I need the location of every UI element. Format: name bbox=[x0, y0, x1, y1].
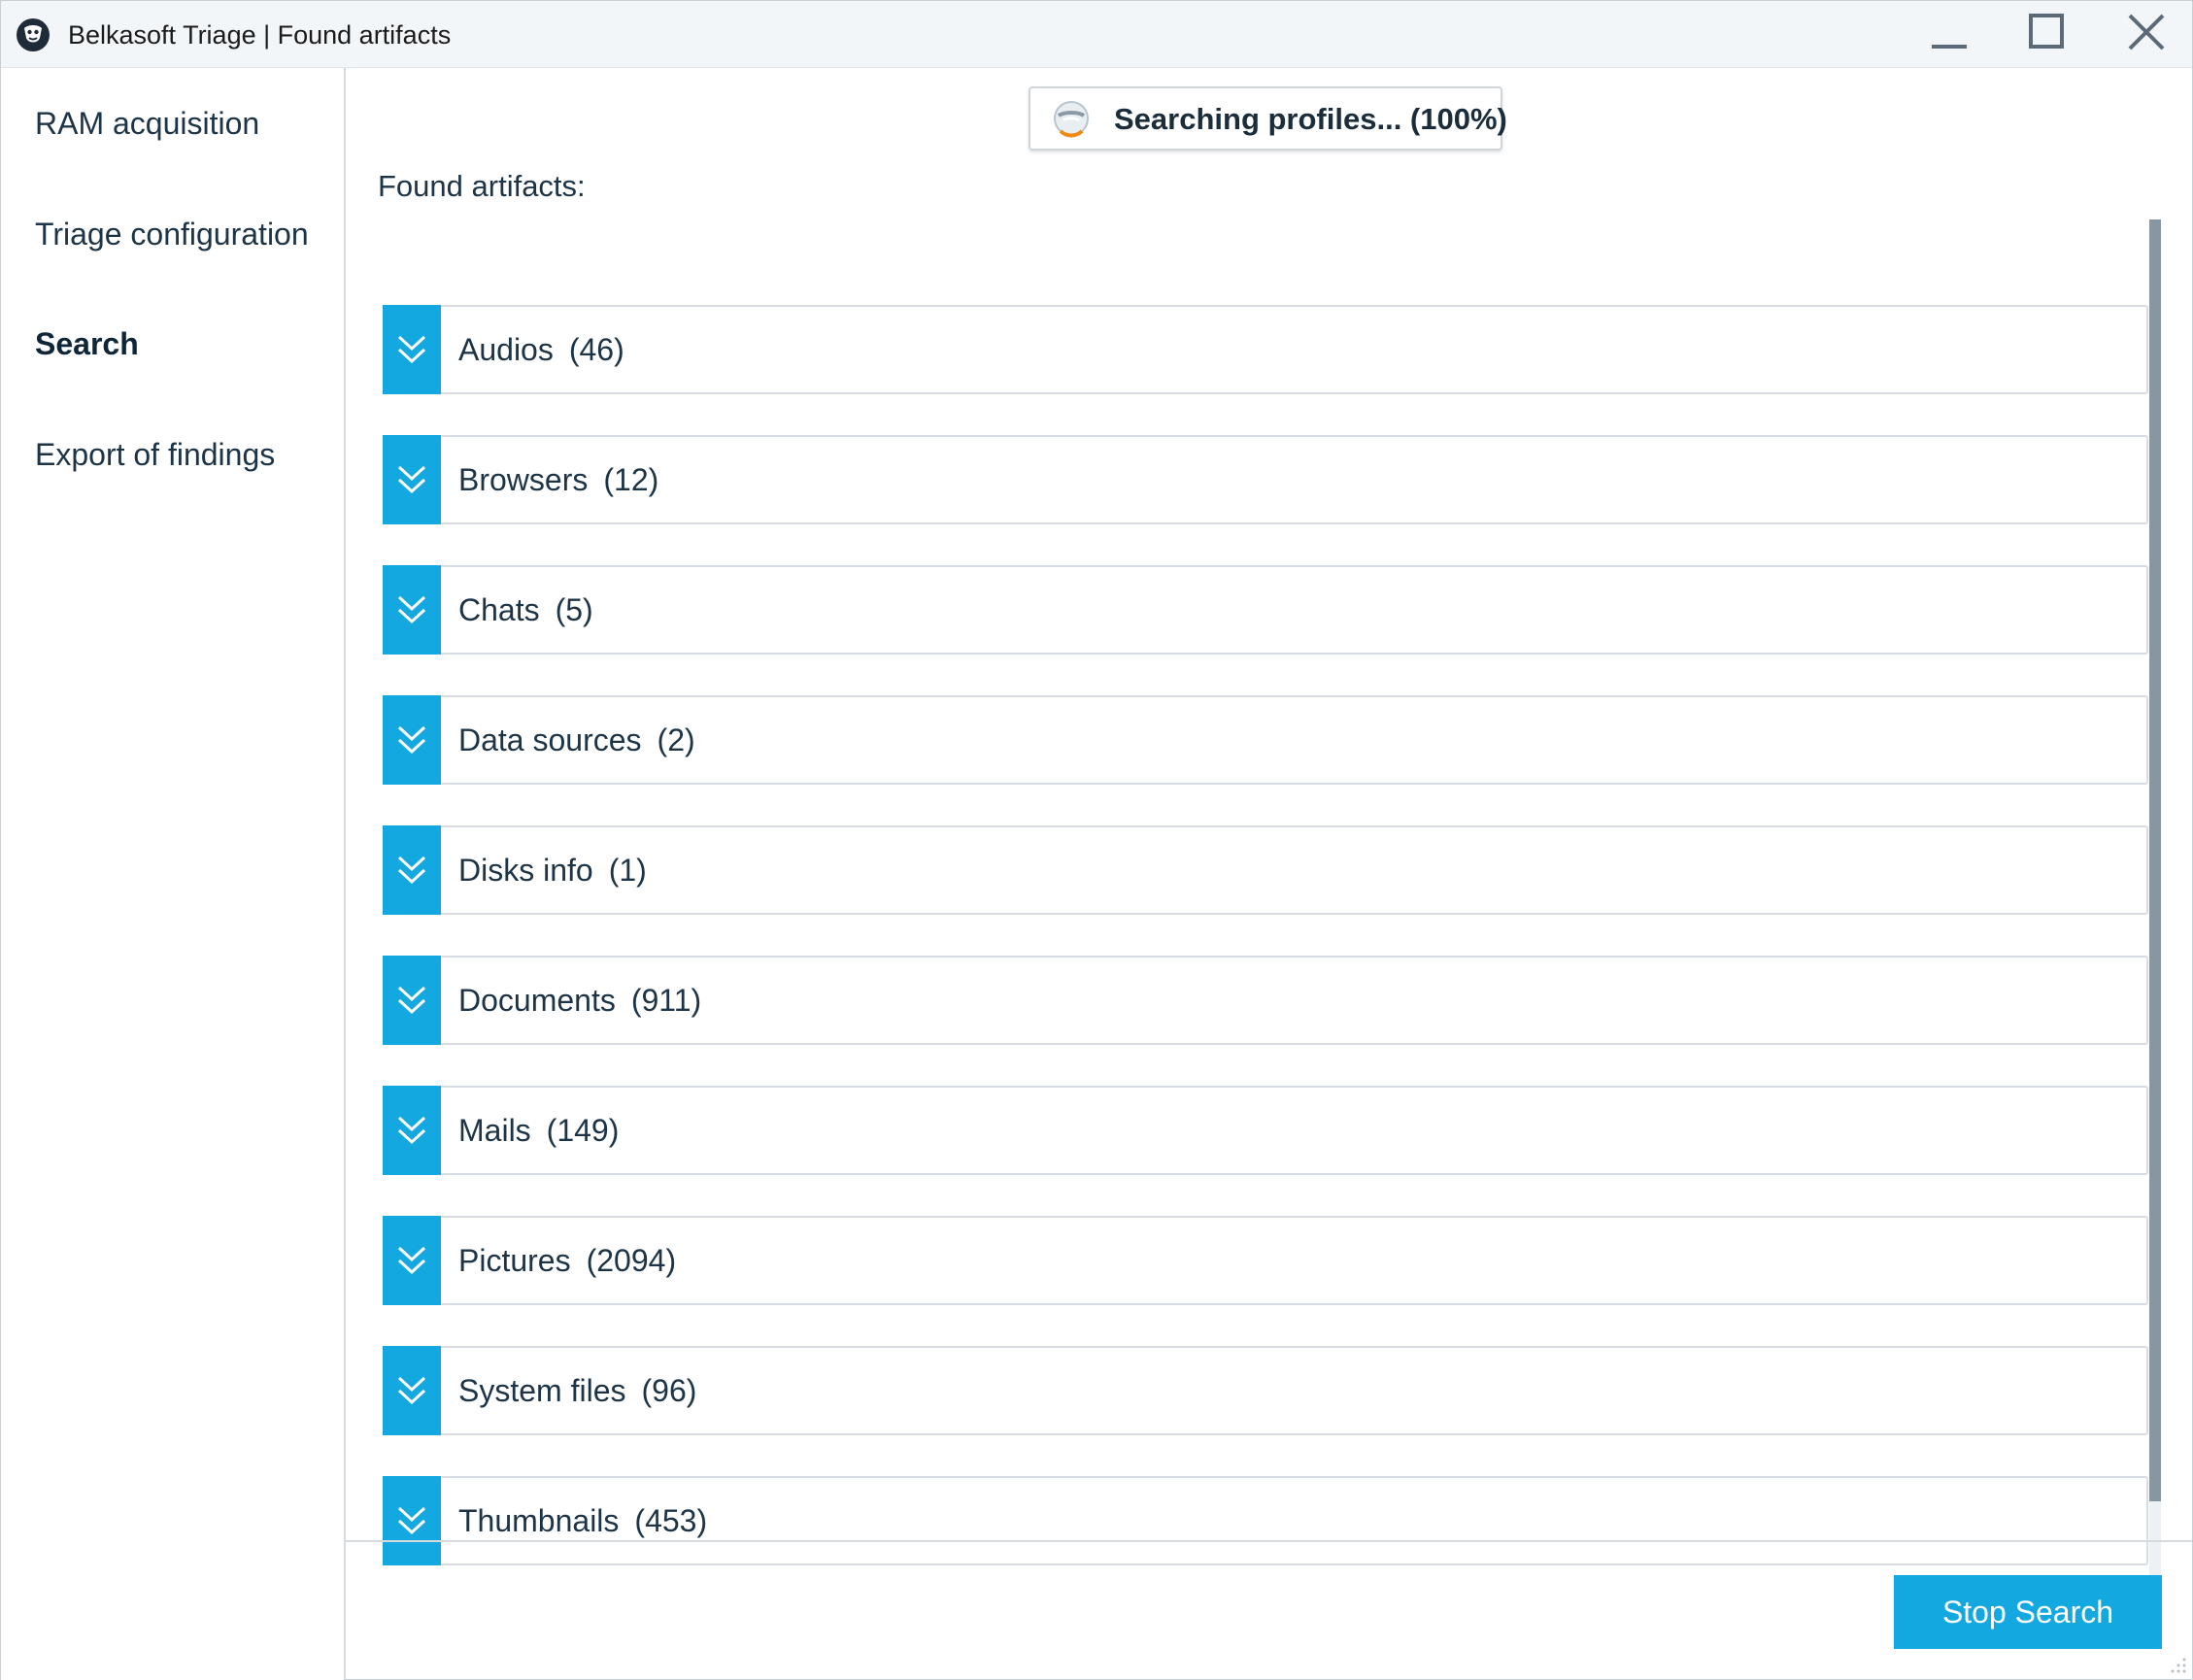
app-window: Belkasoft Triage | Found artifacts RAM a… bbox=[0, 0, 2193, 1680]
artifact-row-browsers[interactable]: Browsers (12) bbox=[383, 435, 2148, 524]
artifact-count: (2094) bbox=[586, 1243, 677, 1278]
artifact-name: Thumbnails bbox=[458, 1503, 620, 1538]
scrollbar-thumb[interactable] bbox=[2149, 219, 2161, 1501]
artifact-name: Mails bbox=[458, 1113, 531, 1148]
resize-grip-icon[interactable] bbox=[2169, 1656, 2188, 1675]
artifact-count: (2) bbox=[657, 722, 695, 757]
artifact-count: (453) bbox=[634, 1503, 708, 1538]
close-button[interactable] bbox=[2103, 1, 2190, 65]
sidebar-item-export-of-findings[interactable]: Export of findings bbox=[35, 437, 275, 473]
double-chevron-down-icon bbox=[397, 856, 426, 885]
artifact-count: (46) bbox=[568, 332, 624, 367]
double-chevron-down-icon bbox=[397, 1506, 426, 1535]
expand-button[interactable] bbox=[383, 1086, 441, 1175]
found-artifacts-label: Found artifacts: bbox=[378, 169, 586, 203]
artifact-name: System files bbox=[458, 1373, 626, 1408]
search-status-box: Searching profiles... (100%) bbox=[1029, 86, 1507, 151]
sidebar-item-ram-acquisition[interactable]: RAM acquisition bbox=[35, 106, 259, 142]
artifact-count: (12) bbox=[603, 462, 659, 497]
double-chevron-down-icon bbox=[397, 986, 426, 1015]
artifact-count: (911) bbox=[630, 983, 702, 1018]
sidebar-item-search[interactable]: Search bbox=[35, 326, 139, 362]
double-chevron-down-icon bbox=[397, 465, 426, 494]
artifact-row-chats[interactable]: Chats (5) bbox=[383, 565, 2148, 655]
sidebar-item-triage-configuration[interactable]: Triage configuration bbox=[35, 217, 309, 252]
artifact-count: (96) bbox=[641, 1373, 697, 1408]
stop-search-button[interactable]: Stop Search bbox=[1894, 1575, 2162, 1649]
artifact-row-thumbnails[interactable]: Thumbnails (453) bbox=[383, 1476, 2148, 1565]
double-chevron-down-icon bbox=[397, 335, 426, 364]
double-chevron-down-icon bbox=[397, 1116, 426, 1145]
artifact-row-pictures[interactable]: Pictures (2094) bbox=[383, 1216, 2148, 1305]
expand-button[interactable] bbox=[383, 1346, 441, 1435]
artifact-count: (5) bbox=[555, 592, 593, 627]
artifact-name: Documents bbox=[458, 983, 616, 1018]
artifact-name: Data sources bbox=[458, 722, 642, 757]
title-bar[interactable]: Belkasoft Triage | Found artifacts bbox=[1, 1, 2192, 68]
expand-button[interactable] bbox=[383, 565, 441, 655]
artifact-row-system-files[interactable]: System files (96) bbox=[383, 1346, 2148, 1435]
vertical-scrollbar[interactable] bbox=[2149, 219, 2161, 1606]
double-chevron-down-icon bbox=[397, 725, 426, 755]
artifact-row-audios[interactable]: Audios (46) bbox=[383, 305, 2148, 394]
belkasoft-logo-icon bbox=[17, 18, 50, 51]
minimize-icon bbox=[1932, 45, 1967, 49]
expand-button[interactable] bbox=[383, 1216, 441, 1305]
artifact-list[interactable]: Audios (46) Browsers (12) Chats (5) Data so… bbox=[383, 237, 2154, 1606]
artifact-row-data-sources[interactable]: Data sources (2) bbox=[383, 695, 2148, 785]
artifact-name: Audios bbox=[458, 332, 554, 367]
expand-button[interactable] bbox=[383, 825, 441, 915]
minimize-button[interactable] bbox=[1906, 1, 1994, 65]
expand-button[interactable] bbox=[383, 695, 441, 785]
artifact-count: (149) bbox=[546, 1113, 620, 1148]
expand-button[interactable] bbox=[383, 435, 441, 524]
artifact-name: Disks info bbox=[458, 853, 593, 888]
maximize-icon bbox=[2029, 14, 2064, 49]
artifact-name: Chats bbox=[458, 592, 540, 627]
artifact-row-mails[interactable]: Mails (149) bbox=[383, 1086, 2148, 1175]
sidebar: RAM acquisition Triage configuration Sea… bbox=[1, 68, 346, 1680]
search-status-text: Searching profiles... (100%) bbox=[1114, 102, 1507, 136]
artifact-name: Pictures bbox=[458, 1243, 571, 1278]
double-chevron-down-icon bbox=[397, 1246, 426, 1275]
maximize-button[interactable] bbox=[2004, 1, 2091, 65]
footer-divider bbox=[346, 1540, 2192, 1542]
expand-button[interactable] bbox=[383, 305, 441, 394]
artifact-name: Browsers bbox=[458, 462, 589, 497]
double-chevron-down-icon bbox=[397, 595, 426, 624]
artifact-row-documents[interactable]: Documents (911) bbox=[383, 956, 2148, 1045]
double-chevron-down-icon bbox=[397, 1376, 426, 1405]
window-title: Belkasoft Triage | Found artifacts bbox=[68, 20, 452, 50]
artifact-count: (1) bbox=[608, 853, 647, 888]
close-icon bbox=[2128, 14, 2165, 50]
search-progress-icon bbox=[1054, 101, 1089, 138]
artifact-row-disks-info[interactable]: Disks info (1) bbox=[383, 825, 2148, 915]
expand-button[interactable] bbox=[383, 1476, 441, 1565]
main-panel: Searching profiles... (100%) Found artif… bbox=[346, 68, 2192, 1680]
expand-button[interactable] bbox=[383, 956, 441, 1045]
